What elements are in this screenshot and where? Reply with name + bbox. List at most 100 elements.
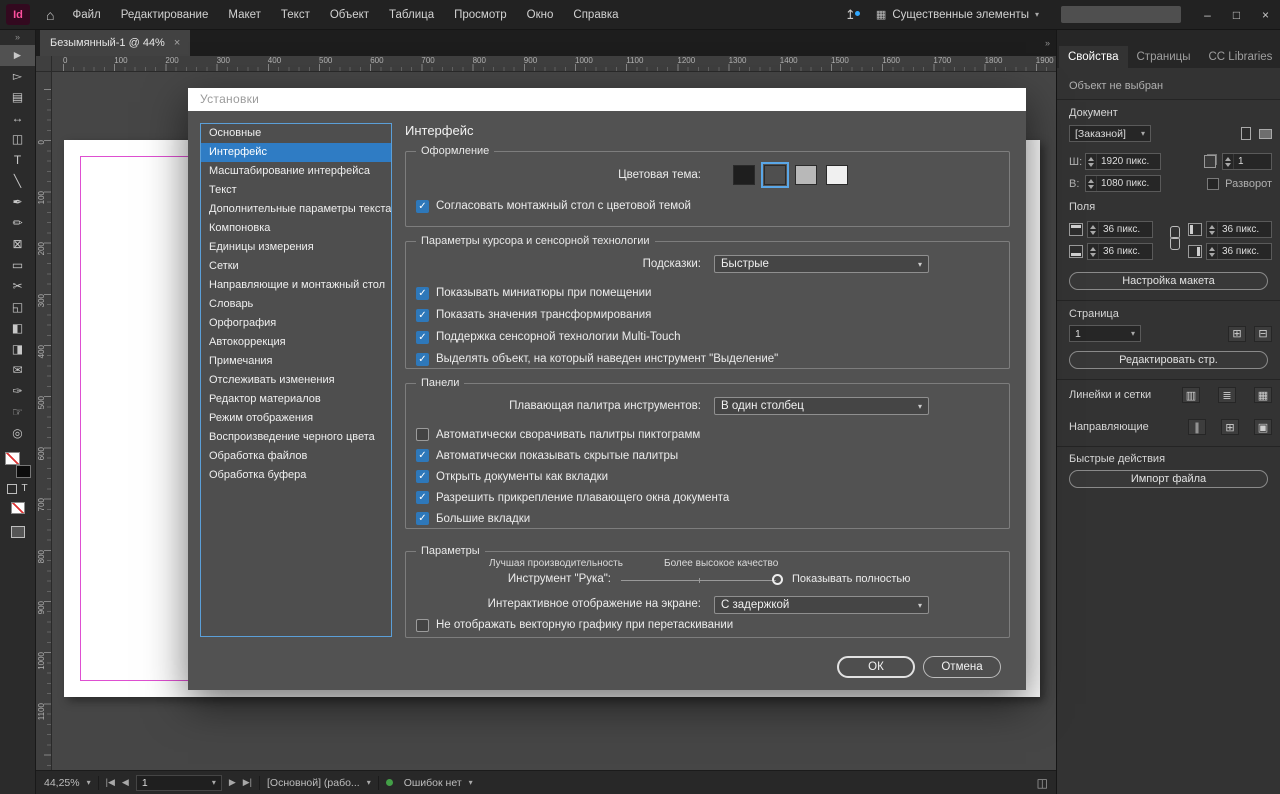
height-field[interactable]: 1080 пикс.	[1085, 175, 1161, 192]
pencil-tool[interactable]: ✏	[0, 213, 35, 234]
category-item[interactable]: Компоновка	[201, 219, 391, 238]
share-icon[interactable]: ↥	[835, 7, 866, 23]
menu-item[interactable]: Окно	[517, 0, 564, 30]
category-item[interactable]: Редактор материалов	[201, 390, 391, 409]
tooltips-dropdown[interactable]: Быстрые ▾	[714, 255, 929, 273]
type-tool[interactable]: T	[0, 150, 35, 171]
preference-checkbox[interactable]: Показывать миниатюры при помещении	[406, 282, 1009, 304]
panel-tab[interactable]: CC Libraries	[1200, 46, 1280, 68]
previous-page-icon[interactable]: ◀	[122, 777, 129, 788]
category-item[interactable]: Единицы измерения	[201, 238, 391, 257]
category-item[interactable]: Обработка файлов	[201, 447, 391, 466]
snap-to-guides-icon[interactable]: ▣	[1254, 419, 1272, 435]
theme-swatch-light[interactable]	[795, 165, 817, 185]
fill-stroke-swatches[interactable]	[5, 452, 31, 478]
delete-page-icon[interactable]: ⊟	[1254, 326, 1272, 342]
zoom-level[interactable]: 44,25%	[44, 777, 80, 789]
tab-close-icon[interactable]: ×	[174, 37, 180, 49]
panel-tab[interactable]: Страницы	[1128, 46, 1200, 68]
stepper-icon[interactable]	[1223, 154, 1234, 169]
category-item[interactable]: Режим отображения	[201, 409, 391, 428]
apply-none-icon[interactable]	[11, 502, 25, 514]
category-item[interactable]: Воспроизведение черного цвета	[201, 428, 391, 447]
maximize-button[interactable]: □	[1222, 0, 1251, 30]
baseline-grid-icon[interactable]: ≣	[1218, 387, 1236, 403]
rulers-icon[interactable]: ▥	[1182, 387, 1200, 403]
panel-tab[interactable]: Свойства	[1059, 46, 1128, 68]
fill-swatch[interactable]	[5, 452, 20, 465]
theme-swatch-darkest[interactable]	[733, 165, 755, 185]
hand-tool-slider-track[interactable]	[621, 580, 776, 581]
category-item[interactable]: Интерфейс	[201, 143, 391, 162]
match-pasteboard-checkbox[interactable]: Согласовать монтажный стол с цветовой те…	[406, 195, 1009, 217]
close-button[interactable]: ×	[1251, 0, 1280, 30]
stepper-icon[interactable]	[1207, 244, 1218, 259]
toolbar-collapse-icon[interactable]: »	[0, 30, 35, 45]
category-item[interactable]: Отслеживать изменения	[201, 371, 391, 390]
menu-item[interactable]: Справка	[563, 0, 628, 30]
preflight-status[interactable]: Ошибок нет	[404, 777, 462, 789]
hand-tool[interactable]: ☞	[0, 402, 35, 423]
menu-item[interactable]: Просмотр	[444, 0, 517, 30]
margin-right-field[interactable]: 36 пикс.	[1206, 243, 1272, 260]
formatting-affects-container-icon[interactable]	[7, 484, 17, 494]
margin-bottom-field[interactable]: 36 пикс.	[1087, 243, 1153, 260]
first-page-icon[interactable]: |◀	[106, 777, 115, 788]
zoom-tool[interactable]: ◎	[0, 423, 35, 444]
width-field[interactable]: 1920 пикс.	[1085, 153, 1161, 170]
landscape-orientation-icon[interactable]	[1259, 129, 1272, 139]
cancel-button[interactable]: Отмена	[923, 656, 1001, 678]
workspace-switcher[interactable]: ▦ Существенные элементы ▾	[866, 8, 1049, 21]
category-item[interactable]: Масштабирование интерфейса	[201, 162, 391, 181]
search-input[interactable]	[1061, 6, 1181, 23]
hand-tool-slider-knob[interactable]	[772, 574, 783, 585]
facing-pages-checkbox[interactable]	[1207, 178, 1219, 190]
stepper-icon[interactable]	[1088, 244, 1099, 259]
preference-checkbox[interactable]: Автоматически показывать скрытые палитры	[406, 445, 1009, 466]
menu-item[interactable]: Таблица	[379, 0, 444, 30]
category-item[interactable]: Орфография	[201, 314, 391, 333]
preference-checkbox[interactable]: Выделять объект, на который наведен инст…	[406, 348, 1009, 370]
margin-left-field[interactable]: 36 пикс.	[1206, 221, 1272, 238]
preset-dropdown[interactable]: [Заказной] ▾	[1069, 125, 1151, 142]
menu-item[interactable]: Объект	[320, 0, 379, 30]
preference-checkbox[interactable]: Разрешить прикрепление плавающего окна д…	[406, 487, 1009, 508]
import-file-button[interactable]: Импорт файла	[1069, 470, 1268, 488]
category-item[interactable]: Основные	[201, 124, 391, 143]
adjust-layout-button[interactable]: Настройка макета	[1069, 272, 1268, 290]
gap-tool[interactable]: ↔	[0, 108, 35, 129]
stepper-icon[interactable]	[1086, 154, 1097, 169]
theme-swatch-lightest[interactable]	[826, 165, 848, 185]
stepper-icon[interactable]	[1088, 222, 1099, 237]
stroke-swatch[interactable]	[16, 465, 31, 478]
preference-checkbox[interactable]: Большие вкладки	[406, 508, 1009, 529]
next-page-icon[interactable]: ▶	[229, 777, 236, 788]
portrait-orientation-icon[interactable]	[1241, 127, 1251, 140]
formatting-affects-text-icon[interactable]: T	[21, 484, 27, 494]
rectangle-frame-tool[interactable]: ⊠	[0, 234, 35, 255]
document-grid-icon[interactable]: ▦	[1254, 387, 1272, 403]
rectangle-tool[interactable]: ▭	[0, 255, 35, 276]
page-tool[interactable]: ▤	[0, 87, 35, 108]
last-page-icon[interactable]: ▶|	[243, 777, 252, 788]
stepper-icon[interactable]	[1086, 176, 1097, 191]
content-collector-tool[interactable]: ◫	[0, 129, 35, 150]
screen-mode-icon[interactable]	[11, 526, 25, 538]
floating-palette-dropdown[interactable]: В один столбец ▾	[714, 397, 929, 415]
add-page-icon[interactable]: ⊞	[1228, 326, 1246, 342]
scissors-tool[interactable]: ✂	[0, 276, 35, 297]
gradient-feather-tool[interactable]: ◨	[0, 339, 35, 360]
preference-checkbox[interactable]: Показать значения трансформирования	[406, 304, 1009, 326]
menu-item[interactable]: Редактирование	[111, 0, 219, 30]
direct-selection-tool[interactable]: ▻	[0, 66, 35, 87]
gradient-swatch-tool[interactable]: ◧	[0, 318, 35, 339]
page-number-dropdown[interactable]: 1 ▾	[1069, 325, 1141, 342]
live-screen-dropdown[interactable]: С задержкой ▾	[714, 596, 929, 614]
menu-item[interactable]: Файл	[62, 0, 110, 30]
eyedropper-tool[interactable]: ✑	[0, 381, 35, 402]
document-tab[interactable]: Безымянный-1 @ 44% ×	[40, 30, 190, 56]
note-tool[interactable]: ✉	[0, 360, 35, 381]
home-icon[interactable]: ⌂	[38, 7, 62, 23]
category-item[interactable]: Словарь	[201, 295, 391, 314]
preference-checkbox[interactable]: Открыть документы как вкладки	[406, 466, 1009, 487]
